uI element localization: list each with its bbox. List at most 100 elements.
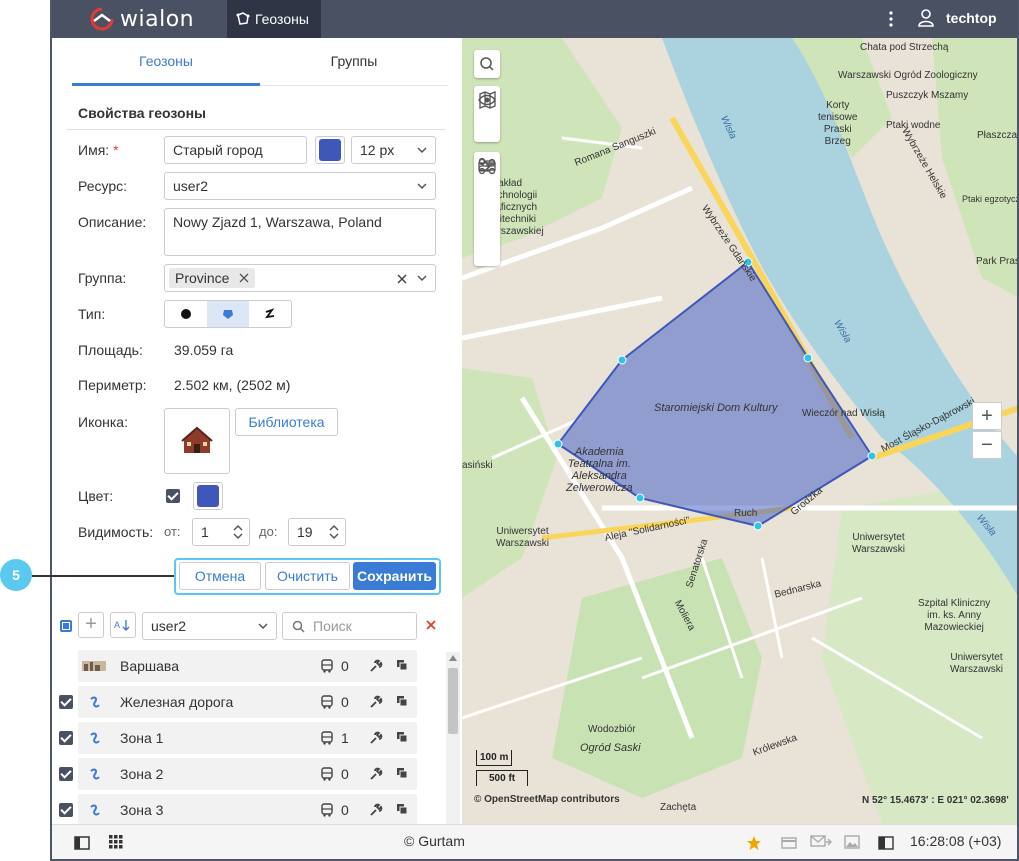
- copy-icon[interactable]: [396, 731, 408, 743]
- chevron-down-icon: [417, 147, 427, 154]
- row-checkbox[interactable]: [59, 803, 73, 817]
- wialon-logo[interactable]: wialon: [88, 7, 194, 32]
- tab-geofences[interactable]: Геозоны: [72, 38, 260, 86]
- units-icon[interactable]: [320, 803, 334, 817]
- messages-icon[interactable]: [810, 835, 832, 849]
- units-icon[interactable]: [320, 767, 334, 781]
- wialon-logo-icon: [90, 7, 114, 31]
- chip-remove-icon[interactable]: [239, 273, 249, 283]
- cursor-coordinates: N 52° 15.4673' : E 021° 02.3698': [862, 795, 1009, 806]
- row-checkbox[interactable]: [59, 767, 73, 781]
- group-chip: Province: [169, 268, 256, 288]
- type-polygon-button[interactable]: [207, 301, 249, 327]
- line-geofence-icon: [90, 804, 100, 816]
- scroll-thumb[interactable]: [448, 668, 458, 734]
- wrench-icon[interactable]: [369, 803, 383, 817]
- to-label: до:: [259, 524, 278, 539]
- layout-icon[interactable]: [878, 836, 894, 850]
- zoom-out-button[interactable]: −: [972, 431, 1002, 459]
- color-checkbox[interactable]: [166, 489, 180, 503]
- user-icon: [918, 9, 934, 27]
- tab-groups[interactable]: Группы: [260, 38, 448, 86]
- zoom-from-input[interactable]: 1: [192, 518, 250, 546]
- list-item[interactable]: Зона 2 0: [78, 758, 417, 790]
- search-icon: [292, 620, 305, 633]
- map-label: Park Prask: [976, 256, 1017, 267]
- apps-grid-icon[interactable]: [109, 835, 123, 849]
- clear-button[interactable]: Очистить: [265, 562, 350, 590]
- sort-button[interactable]: A: [110, 612, 136, 638]
- scale-ft: 500 ft: [489, 773, 516, 784]
- clear-icon[interactable]: [397, 274, 407, 284]
- map-canvas[interactable]: [462, 38, 1019, 824]
- color-picker-button[interactable]: [315, 136, 345, 164]
- wrench-icon[interactable]: [369, 659, 383, 673]
- zoom-in-button[interactable]: +: [972, 402, 1002, 430]
- units-icon[interactable]: [320, 731, 334, 745]
- callout-line: [32, 575, 174, 577]
- list-scrollbar[interactable]: [446, 652, 460, 824]
- copy-icon[interactable]: [396, 767, 408, 779]
- visibility-label: Видимость:: [78, 524, 154, 540]
- wrench-icon[interactable]: [369, 731, 383, 745]
- copyright: © Gurtam: [404, 833, 465, 849]
- map-attribution[interactable]: © OpenStreetMap contributors: [474, 794, 620, 805]
- group-select[interactable]: Province: [164, 264, 436, 292]
- list-item[interactable]: Зона 1 1: [78, 722, 417, 754]
- card-icon[interactable]: [781, 836, 797, 850]
- more-menu-icon[interactable]: [886, 11, 896, 27]
- image-icon[interactable]: [844, 835, 860, 849]
- delete-icon[interactable]: [426, 620, 436, 630]
- geofence-icon-preview[interactable]: [164, 408, 230, 474]
- list-item[interactable]: Зона 3 0: [78, 794, 417, 826]
- map-search-button[interactable]: [474, 50, 500, 78]
- map-label: Staromiejski Dom Kultury: [654, 402, 778, 414]
- cancel-button[interactable]: Отмена: [179, 562, 261, 590]
- map[interactable]: Chata pod Strzechą Warszawski Ogród Zool…: [462, 38, 1019, 824]
- star-icon[interactable]: [746, 835, 762, 851]
- stepper-icon[interactable]: [329, 523, 339, 541]
- divider: [66, 129, 446, 130]
- chevron-right-icon[interactable]: [474, 152, 500, 180]
- module-tab-geofences[interactable]: Геозоны: [227, 0, 321, 38]
- name-input[interactable]: Старый город: [164, 136, 307, 164]
- map-label: Uniwersytet Warszawski: [496, 526, 549, 549]
- list-item[interactable]: Железная дорога 0: [78, 686, 417, 718]
- zoom-from-value: 1: [201, 524, 209, 540]
- add-geofence-button[interactable]: +: [78, 612, 104, 638]
- resource-select[interactable]: user2: [164, 172, 436, 200]
- map-label: Wieczór nad Wisłą: [802, 408, 885, 419]
- scroll-up-icon[interactable]: [449, 655, 457, 661]
- line-geofence-icon: [90, 732, 100, 744]
- map-icon[interactable]: [474, 86, 500, 114]
- map-label: Zachęta: [660, 802, 697, 813]
- geofence-name: Железная дорога: [120, 694, 234, 710]
- row-checkbox[interactable]: [59, 695, 73, 709]
- wrench-icon[interactable]: [369, 695, 383, 709]
- units-icon[interactable]: [320, 695, 334, 709]
- copy-icon[interactable]: [396, 659, 408, 671]
- map-label: Korty tenisowe Praski Brzeg: [818, 100, 858, 147]
- select-all-checkbox[interactable]: [60, 620, 72, 632]
- resource-filter-select[interactable]: user2: [142, 612, 277, 640]
- name-label: Имя: *: [78, 142, 119, 158]
- save-button[interactable]: Сохранить: [353, 562, 436, 590]
- wrench-icon[interactable]: [369, 767, 383, 781]
- description-textarea[interactable]: Nowy Zjazd 1, Warszawa, Poland: [164, 208, 436, 256]
- row-checkbox[interactable]: [59, 731, 73, 745]
- type-circle-button[interactable]: [165, 301, 207, 327]
- type-line-button[interactable]: [249, 301, 291, 327]
- font-size-select[interactable]: 12 px: [351, 136, 436, 164]
- units-icon[interactable]: [320, 659, 334, 673]
- zoom-to-input[interactable]: 19: [288, 518, 346, 546]
- user-menu[interactable]: techtop: [918, 9, 997, 27]
- stepper-icon[interactable]: [233, 523, 243, 541]
- color-picker[interactable]: [193, 482, 223, 510]
- panel-toggle-icon[interactable]: [74, 836, 90, 850]
- list-item[interactable]: Варшава 0: [78, 650, 417, 682]
- copy-icon[interactable]: [396, 695, 408, 707]
- library-button[interactable]: Библиотека: [235, 408, 338, 436]
- copy-icon[interactable]: [396, 803, 408, 815]
- map-label: Płaszczaki: [977, 130, 1018, 141]
- search-input[interactable]: Поиск: [282, 612, 417, 640]
